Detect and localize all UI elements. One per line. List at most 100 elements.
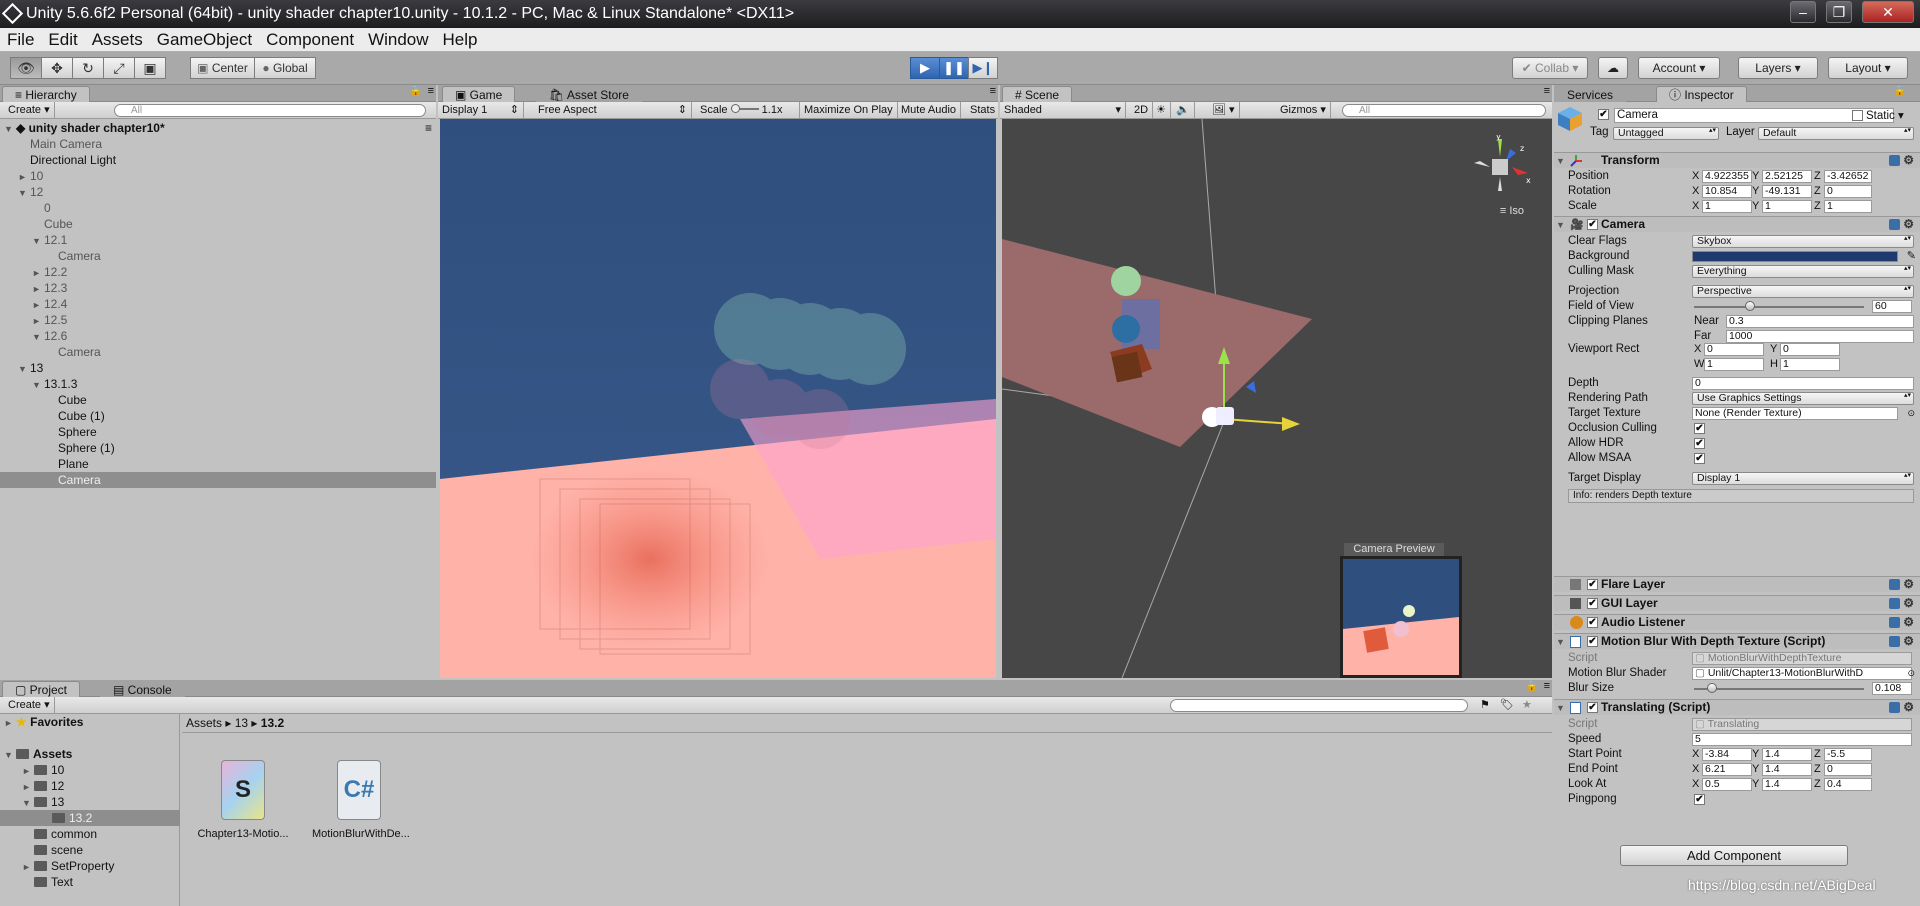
fov-slider[interactable]: [1745, 301, 1756, 311]
hierarchy-item[interactable]: Camera: [0, 344, 436, 360]
help-icon[interactable]: [1889, 636, 1900, 647]
project-folder-item[interactable]: 13.2: [0, 810, 180, 826]
add-component-button[interactable]: Add Component: [1620, 845, 1848, 866]
expand-arrow-icon[interactable]: ►: [32, 313, 44, 329]
layer-dropdown[interactable]: Default: [1758, 127, 1914, 140]
end-point-y-input[interactable]: 1.4: [1762, 763, 1812, 776]
object-picker-icon[interactable]: ⊙: [1907, 406, 1915, 421]
hierarchy-item[interactable]: ► 12.4: [0, 296, 436, 312]
hierarchy-item[interactable]: ► 10: [0, 168, 436, 184]
active-checkbox[interactable]: ✔: [1598, 109, 1609, 120]
scene-viewport[interactable]: y z x ≡ Iso Camera Preview: [1002, 119, 1552, 678]
hierarchy-item[interactable]: ▼ 12.1: [0, 232, 436, 248]
filter-label-icon[interactable]: 🏷: [1500, 697, 1514, 713]
hierarchy-item[interactable]: ► 12.2: [0, 264, 436, 280]
hierarchy-item[interactable]: ▼ 13.1.3: [0, 376, 436, 392]
close-button[interactable]: ✕: [1862, 1, 1914, 23]
project-menu-icon[interactable]: ≡: [1544, 680, 1550, 692]
fov-input[interactable]: 60: [1872, 300, 1912, 313]
tab-project[interactable]: ▢ Project: [2, 681, 81, 697]
rotation-x-input[interactable]: 10.854: [1702, 185, 1752, 198]
motion-shader-field[interactable]: ▢ Unlit/Chapter13-MotionBlurWithD: [1692, 667, 1912, 680]
position-y-input[interactable]: 2.52125: [1762, 170, 1812, 183]
maximize-button[interactable]: ❐: [1826, 1, 1852, 23]
maximize-on-play-toggle[interactable]: Maximize On Play: [800, 102, 898, 118]
tab-game[interactable]: ▣ Game: [442, 86, 516, 102]
tab-console[interactable]: ▤ Console: [100, 681, 185, 697]
pivot-global-button[interactable]: ● Global: [254, 57, 316, 79]
viewport-h-input[interactable]: 1: [1780, 358, 1840, 371]
hierarchy-item[interactable]: Main Camera: [0, 136, 436, 152]
filter-type-icon[interactable]: ⚑: [1480, 697, 1490, 713]
scale-tool-icon[interactable]: ⤢: [103, 57, 135, 79]
translating-script-header[interactable]: ▼ ✔ Translating (Script) ⚙: [1554, 699, 1920, 715]
menu-assets[interactable]: Assets: [85, 28, 150, 52]
rect-tool-icon[interactable]: ▣: [134, 57, 166, 79]
end-point-z-input[interactable]: 0: [1824, 763, 1872, 776]
gear-icon[interactable]: ⚙: [1903, 596, 1914, 611]
audio-enabled-checkbox[interactable]: ✔: [1587, 617, 1598, 628]
pause-button[interactable]: ❚❚: [939, 57, 969, 79]
favorites-item[interactable]: ► ★ Favorites: [0, 714, 180, 730]
breadcrumb-assets[interactable]: Assets: [186, 716, 222, 730]
position-x-input[interactable]: 4.922355: [1702, 170, 1752, 183]
scene-menu-icon[interactable]: ≡: [1544, 85, 1550, 97]
mute-audio-toggle[interactable]: Mute Audio: [897, 102, 962, 118]
start-point-x-input[interactable]: -3.84: [1702, 748, 1752, 761]
near-input[interactable]: 0.3: [1726, 315, 1914, 328]
expand-arrow-icon[interactable]: ►: [22, 779, 34, 795]
hdr-checkbox[interactable]: ✔: [1694, 438, 1705, 449]
expand-arrow-icon[interactable]: ►: [32, 297, 44, 313]
depth-input[interactable]: 0: [1692, 377, 1914, 390]
menu-help[interactable]: Help: [436, 28, 485, 52]
motion-blur-enabled-checkbox[interactable]: ✔: [1587, 636, 1598, 647]
target-input[interactable]: None (Render Texture): [1692, 407, 1898, 420]
pingpong-checkbox[interactable]: ✔: [1694, 794, 1705, 805]
breadcrumb-13-2[interactable]: 13.2: [261, 716, 284, 730]
expand-arrow-icon[interactable]: ▼: [22, 795, 34, 811]
start-point-z-input[interactable]: -5.5: [1824, 748, 1872, 761]
hierarchy-item[interactable]: Camera: [0, 248, 436, 264]
expand-arrow-icon[interactable]: ▼: [32, 329, 44, 345]
fov-track[interactable]: [1694, 306, 1864, 308]
display-dropdown[interactable]: Display 1 ⇕: [438, 102, 524, 118]
motion-script-field[interactable]: ▢ MotionBlurWithDepthTexture: [1692, 652, 1912, 665]
audio-toggle-icon[interactable]: 🔈: [1172, 102, 1195, 118]
hierarchy-item[interactable]: Directional Light: [0, 152, 436, 168]
position-z-input[interactable]: -3.42652: [1824, 170, 1872, 183]
scale-y-input[interactable]: 1: [1762, 200, 1812, 213]
camera-component-header[interactable]: ▼ 🎥 ✔ Camera ⚙: [1554, 216, 1920, 232]
translating-enabled-checkbox[interactable]: ✔: [1587, 702, 1598, 713]
static-label[interactable]: Static ▾: [1866, 108, 1904, 122]
hierarchy-item[interactable]: Plane: [0, 456, 436, 472]
clear_flags-dropdown[interactable]: Skybox: [1692, 235, 1914, 248]
move-tool-icon[interactable]: ✥: [41, 57, 73, 79]
expand-arrow-icon[interactable]: ►: [32, 281, 44, 297]
transform-component-header[interactable]: ▼ Transform ⚙: [1554, 152, 1920, 168]
gear-icon[interactable]: ⚙: [1903, 153, 1914, 168]
hierarchy-item[interactable]: Sphere: [0, 424, 436, 440]
end-point-x-input[interactable]: 6.21: [1702, 763, 1752, 776]
viewport-y-input[interactable]: 0: [1780, 343, 1840, 356]
asset-item[interactable]: C# MotionBlurWithDe...: [312, 760, 410, 880]
lighting-toggle-icon[interactable]: ☀: [1152, 102, 1171, 118]
breadcrumb-13[interactable]: 13: [235, 716, 248, 730]
rendering-dropdown[interactable]: Use Graphics Settings: [1692, 392, 1914, 405]
layout-dropdown[interactable]: Layout ▾: [1828, 57, 1908, 79]
menu-window[interactable]: Window: [361, 28, 435, 52]
audio-listener-header[interactable]: ✔ Audio Listener ⚙: [1554, 614, 1920, 630]
aspect-dropdown[interactable]: Free Aspect ⇕: [534, 102, 692, 118]
scene-root[interactable]: ▼ ◆ unity shader chapter10* ≡: [0, 120, 436, 136]
scale-slider[interactable]: Scale 1.1x: [696, 102, 800, 118]
expand-arrow-icon[interactable]: ▼: [18, 185, 30, 201]
scale-z-input[interactable]: 1: [1824, 200, 1872, 213]
msaa-checkbox[interactable]: ✔: [1694, 453, 1705, 464]
camera-enabled-checkbox[interactable]: ✔: [1587, 219, 1598, 230]
menu-component[interactable]: Component: [259, 28, 361, 52]
hierarchy-item[interactable]: ▼ 12.6: [0, 328, 436, 344]
occlusion-checkbox[interactable]: ✔: [1694, 423, 1705, 434]
tab-hierarchy[interactable]: ≡ Hierarchy: [2, 86, 90, 102]
help-icon[interactable]: [1889, 155, 1900, 166]
hierarchy-item[interactable]: ▼ 13: [0, 360, 436, 376]
speed-input[interactable]: 5: [1692, 733, 1912, 746]
